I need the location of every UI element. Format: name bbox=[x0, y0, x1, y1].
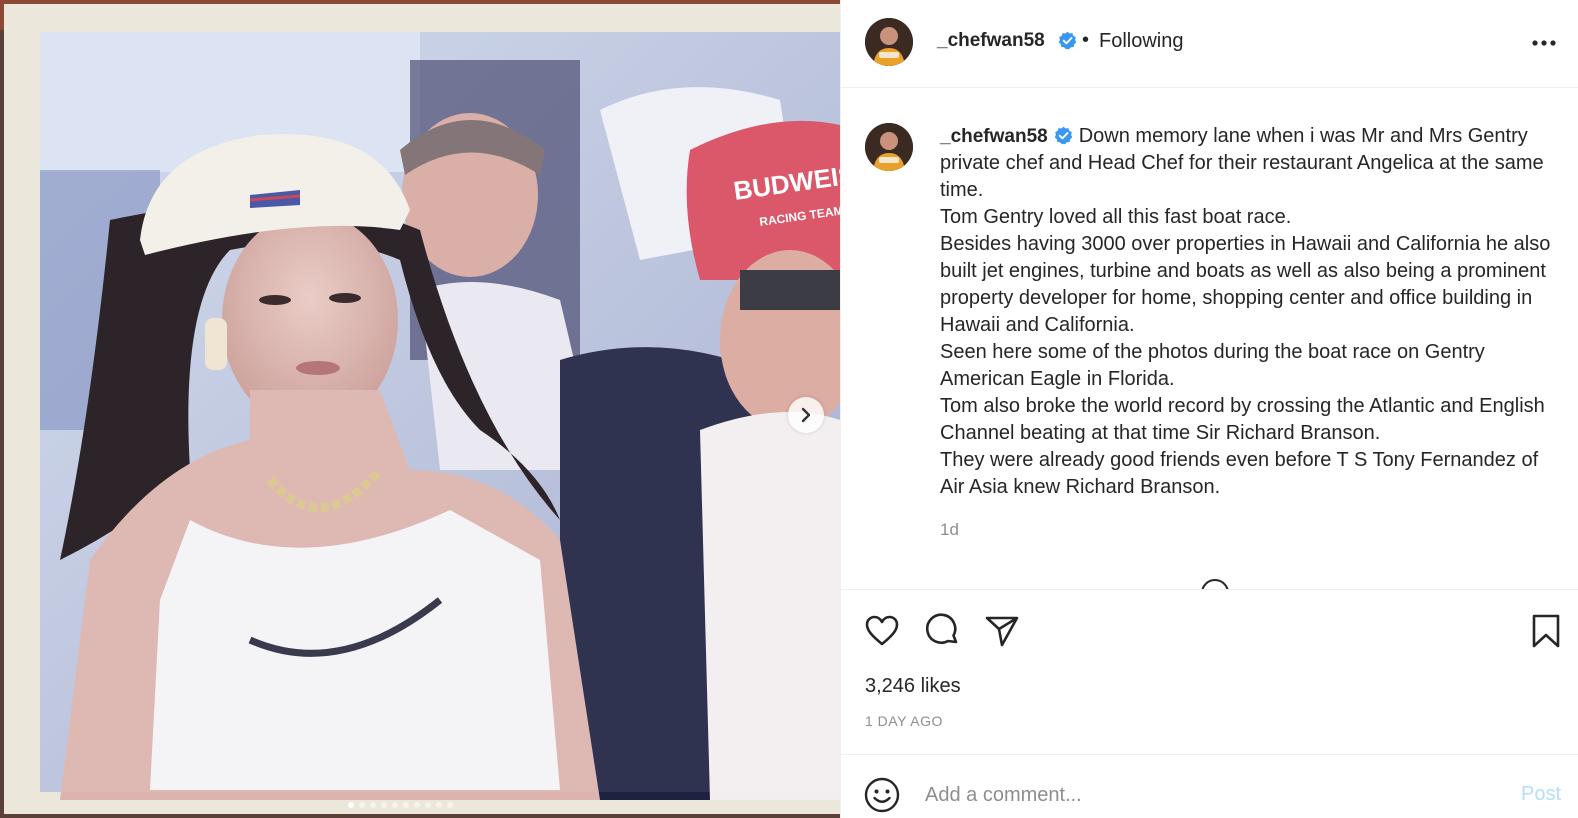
caption-author-avatar[interactable] bbox=[865, 123, 913, 171]
carousel-dot bbox=[425, 802, 431, 808]
post-photo: BUDWEISER RACING TEAM bbox=[0, 0, 840, 818]
carousel-dot bbox=[370, 802, 376, 808]
caption-text: They were already good friends even befo… bbox=[940, 449, 1539, 498]
carousel-dot bbox=[403, 802, 409, 808]
comment-bubble-icon[interactable] bbox=[923, 612, 961, 650]
follow-button[interactable]: Following bbox=[1099, 30, 1183, 53]
carousel-indicator bbox=[348, 802, 453, 808]
comments-section: _chefwan58 Down memory lane when i was M… bbox=[841, 89, 1578, 589]
post-timestamp[interactable]: 1 DAY AGO bbox=[865, 713, 943, 729]
comment-input[interactable] bbox=[925, 778, 1485, 812]
caption-first-line: _chefwan58 Down memory lane when i was M… bbox=[940, 123, 1562, 204]
avatar-image bbox=[865, 18, 913, 66]
more-horizontal-icon bbox=[1532, 40, 1556, 46]
comment-bar: Post bbox=[841, 756, 1578, 818]
caption-username[interactable]: _chefwan58 bbox=[940, 126, 1048, 147]
post-media[interactable]: BUDWEISER RACING TEAM bbox=[0, 0, 840, 818]
caption-timestamp[interactable]: 1d bbox=[940, 520, 959, 540]
carousel-next-button[interactable] bbox=[788, 397, 824, 433]
heart-icon[interactable] bbox=[863, 612, 901, 650]
post-comment-button[interactable]: Post bbox=[1521, 783, 1561, 806]
caption-text: Besides having 3000 over properties in H… bbox=[940, 233, 1551, 336]
verified-badge-icon bbox=[1054, 126, 1072, 145]
carousel-dot bbox=[436, 802, 442, 808]
post-header: _chefwan58 • Following bbox=[841, 0, 1578, 88]
caption-text: Tom Gentry loved all this fast boat race… bbox=[940, 206, 1292, 228]
loading-spinner-icon bbox=[1201, 579, 1229, 589]
author-username[interactable]: _chefwan58 bbox=[937, 30, 1045, 52]
bookmark-icon[interactable] bbox=[1527, 612, 1565, 650]
author-avatar[interactable] bbox=[865, 18, 913, 66]
caption-text: Seen here some of the photos during the … bbox=[940, 341, 1485, 390]
header-separator: • bbox=[1082, 29, 1090, 51]
post-sidebar: _chefwan58 • Following _chefwan58 Down m… bbox=[840, 0, 1578, 818]
carousel-dot bbox=[447, 802, 453, 808]
likes-count[interactable]: 3,246 likes bbox=[865, 675, 961, 698]
caption-text: Tom also broke the world record by cross… bbox=[940, 395, 1545, 444]
carousel-dot bbox=[392, 802, 398, 808]
carousel-dot bbox=[414, 802, 420, 808]
verified-badge-icon bbox=[1058, 31, 1077, 50]
carousel-dot bbox=[359, 802, 365, 808]
post-actions: 3,246 likes 1 DAY AGO bbox=[841, 589, 1578, 755]
carousel-dot bbox=[381, 802, 387, 808]
carousel-dot bbox=[348, 802, 354, 808]
more-options-button[interactable] bbox=[1529, 28, 1559, 58]
smiley-icon[interactable] bbox=[863, 776, 901, 814]
avatar-image bbox=[865, 123, 913, 171]
chevron-right-icon bbox=[801, 407, 811, 423]
post-caption: _chefwan58 Down memory lane when i was M… bbox=[940, 123, 1562, 501]
paper-plane-icon[interactable] bbox=[983, 612, 1021, 650]
